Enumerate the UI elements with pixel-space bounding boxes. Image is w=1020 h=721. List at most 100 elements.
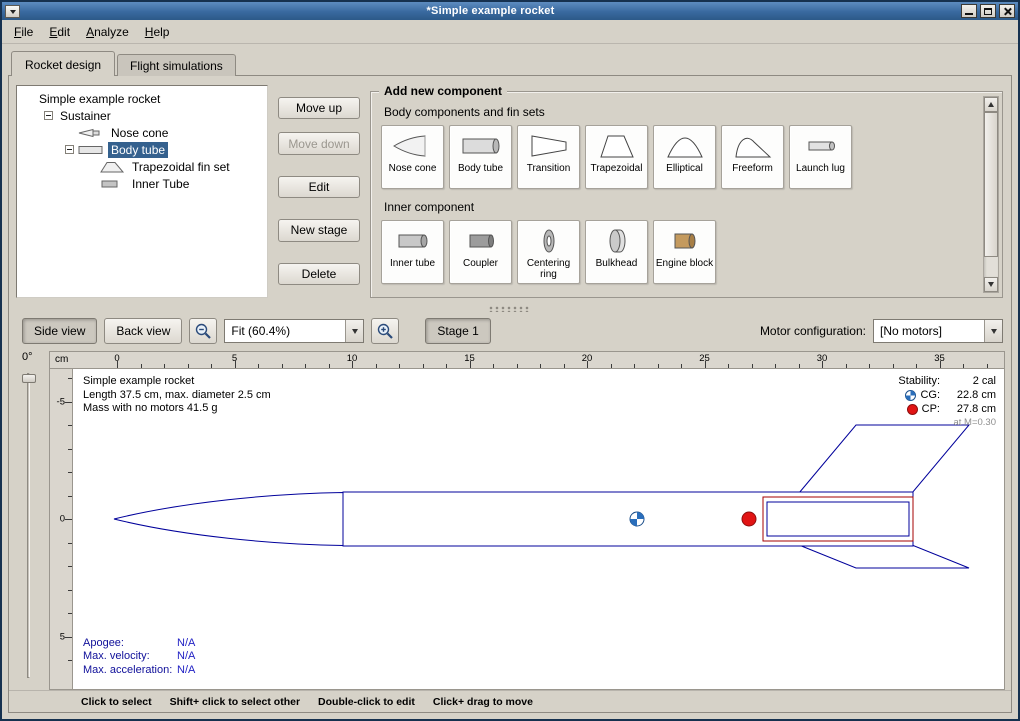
- add-centering-ring-button[interactable]: Centering ring: [517, 220, 580, 284]
- menu-bar: FileEditAnalyzeHelp: [2, 20, 1018, 44]
- tree-item-sustainer[interactable]: Sustainer: [19, 107, 265, 124]
- innertube-icon: [391, 226, 435, 256]
- add-engine-block-button[interactable]: Engine block: [653, 220, 716, 284]
- tab-rocket-design[interactable]: Rocket design: [11, 51, 115, 76]
- component-label: Inner tube: [390, 258, 435, 269]
- scroll-down-icon[interactable]: [984, 277, 998, 292]
- add-body-tube-button[interactable]: Body tube: [449, 125, 512, 189]
- tree-collapse-icon[interactable]: [44, 111, 53, 120]
- tree-item-label: Nose cone: [108, 125, 171, 141]
- fin-lower-shape[interactable]: [799, 545, 969, 568]
- ruler-tick: [752, 364, 753, 368]
- ruler-label: 30: [817, 353, 828, 364]
- back-view-button[interactable]: Back view: [104, 318, 182, 344]
- rotation-slider[interactable]: [9, 373, 49, 678]
- menu-analyze[interactable]: Analyze: [78, 22, 137, 42]
- ruler-tick: [681, 364, 682, 368]
- rocket-view-panel: Side view Back view Fit (60.4%) Stage 1: [9, 315, 1011, 712]
- add-nose-cone-button[interactable]: Nose cone: [381, 125, 444, 189]
- tab-flight-simulations[interactable]: Flight simulations: [117, 54, 236, 76]
- tree-item-nose-cone[interactable]: Nose cone: [19, 124, 265, 141]
- body-tube-shape[interactable]: [343, 492, 913, 546]
- tree-item-simple-example-rocket[interactable]: Simple example rocket: [19, 90, 265, 107]
- ruler-tick: [68, 543, 72, 544]
- split-pane-handle[interactable]: [9, 302, 1011, 315]
- canvas-area: 0° cm 05101520253035 -505: [9, 349, 1011, 690]
- ruler-tick: [517, 364, 518, 368]
- motor-config-select[interactable]: [No motors]: [873, 319, 1003, 343]
- result-label: Max. acceleration:: [83, 664, 177, 678]
- status-hint: Click to select: [81, 696, 152, 708]
- close-icon: [1003, 7, 1012, 16]
- component-label: Launch lug: [796, 163, 845, 174]
- new-stage-button[interactable]: New stage: [278, 219, 360, 241]
- zoom-in-button[interactable]: [371, 318, 399, 344]
- scroll-up-icon[interactable]: [984, 97, 998, 112]
- ruler-label: 35: [934, 353, 945, 364]
- minimize-button[interactable]: [961, 4, 977, 18]
- scrollbar-thumb[interactable]: [984, 112, 998, 257]
- menu-help[interactable]: Help: [137, 22, 178, 42]
- add-freeform-button[interactable]: Freeform: [721, 125, 784, 189]
- tree-item-body-tube[interactable]: Body tube: [19, 141, 265, 158]
- rotation-slider-handle[interactable]: [22, 374, 36, 383]
- component-sections: Body components and fin setsNose coneBod…: [381, 105, 978, 284]
- delete-button[interactable]: Delete: [278, 263, 360, 285]
- add-transition-button[interactable]: Transition: [517, 125, 580, 189]
- rotation-gutter: 0°: [9, 351, 49, 690]
- tab-strip: Rocket designFlight simulations: [8, 48, 1012, 75]
- ruler-tick: [329, 364, 330, 368]
- ruler-tick: [68, 496, 72, 497]
- scrollbar-track[interactable]: [984, 112, 998, 277]
- maximize-button[interactable]: [980, 4, 996, 18]
- ruler-tick: [540, 364, 541, 368]
- add-elliptical-button[interactable]: Elliptical: [653, 125, 716, 189]
- window-title: *Simple example rocket: [23, 5, 958, 17]
- design-top-panel: Simple example rocketSustainerNose coneB…: [9, 76, 1011, 302]
- ruler-label: 15: [464, 353, 475, 364]
- ruler-tick: [916, 364, 917, 368]
- chevron-down-icon[interactable]: [984, 320, 1002, 342]
- chevron-down-icon[interactable]: [345, 320, 363, 342]
- ruler-tick: [188, 364, 189, 368]
- component-scrollbar[interactable]: [983, 96, 999, 293]
- nose-cone-shape[interactable]: [114, 493, 343, 546]
- stage-1-button[interactable]: Stage 1: [425, 318, 490, 344]
- side-view-button[interactable]: Side view: [22, 318, 97, 344]
- add-coupler-button[interactable]: Coupler: [449, 220, 512, 284]
- tree-collapse-icon[interactable]: [65, 145, 74, 154]
- fin-upper-shape[interactable]: [799, 425, 969, 493]
- ruler-tick: [211, 364, 212, 368]
- add-inner-tube-button[interactable]: Inner tube: [381, 220, 444, 284]
- zoom-value: Fit (60.4%): [225, 320, 345, 342]
- zoom-out-button[interactable]: [189, 318, 217, 344]
- section-label-inner-component: Inner component: [384, 200, 978, 214]
- move-up-button[interactable]: Move up: [278, 97, 360, 119]
- add-launch-lug-button[interactable]: Launch lug: [789, 125, 852, 189]
- ruler-tick: [68, 660, 72, 661]
- tree-item-inner-tube[interactable]: Inner Tube: [19, 175, 265, 192]
- window-content: Rocket designFlight simulations Simple e…: [2, 44, 1018, 719]
- stability-value: 2 cal: [944, 374, 996, 388]
- component-label: Freeform: [732, 163, 773, 174]
- edit-button[interactable]: Edit: [278, 176, 360, 198]
- rocket-info: Simple example rocket Length 37.5 cm, ma…: [83, 375, 271, 416]
- ruler-unit-label: cm: [50, 352, 73, 368]
- add-trapezoidal-button[interactable]: Trapezoidal: [585, 125, 648, 189]
- window-menu-icon[interactable]: [5, 5, 20, 18]
- rocket-canvas[interactable]: Simple example rocket Length 37.5 cm, ma…: [73, 369, 1004, 689]
- rotation-slider-track[interactable]: [27, 373, 30, 678]
- ruler-tick: [68, 378, 72, 379]
- component-label: Body tube: [458, 163, 503, 174]
- menu-file[interactable]: File: [6, 22, 41, 42]
- title-bar[interactable]: *Simple example rocket: [2, 2, 1018, 20]
- add-bulkhead-button[interactable]: Bulkhead: [585, 220, 648, 284]
- zoom-select[interactable]: Fit (60.4%): [224, 319, 364, 343]
- component-label: Elliptical: [666, 163, 703, 174]
- tree-item-trapezoidal-fin-set[interactable]: Trapezoidal fin set: [19, 158, 265, 175]
- close-button[interactable]: [999, 4, 1015, 18]
- cg-marker[interactable]: [630, 512, 644, 526]
- ruler-tick: [376, 364, 377, 368]
- cp-marker[interactable]: [742, 512, 756, 526]
- menu-edit[interactable]: Edit: [41, 22, 78, 42]
